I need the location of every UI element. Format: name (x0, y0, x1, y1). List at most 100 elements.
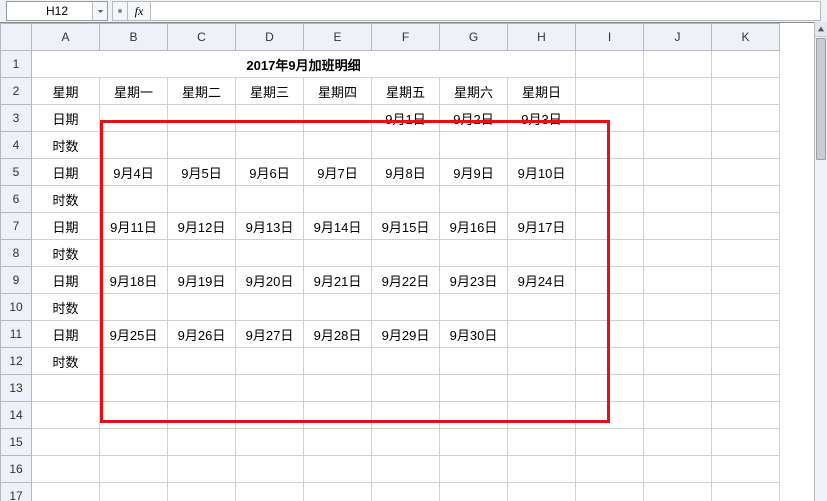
label-date[interactable]: 日期 (32, 105, 100, 132)
col-header-B[interactable]: B (100, 24, 168, 51)
label-hours[interactable]: 时数 (32, 294, 100, 321)
cell-date[interactable] (236, 105, 304, 132)
cell-weekday[interactable]: 星期三 (236, 78, 304, 105)
cell-date[interactable]: 9月17日 (508, 213, 576, 240)
cell[interactable] (440, 456, 508, 483)
row-header-4[interactable]: 4 (1, 132, 32, 159)
cell-weekday[interactable]: 星期六 (440, 78, 508, 105)
cell[interactable] (168, 132, 236, 159)
cell[interactable] (576, 429, 644, 456)
cell[interactable] (712, 375, 780, 402)
cell-date[interactable]: 9月10日 (508, 159, 576, 186)
cell[interactable] (440, 375, 508, 402)
cell-weekday[interactable]: 星期二 (168, 78, 236, 105)
cell[interactable] (372, 294, 440, 321)
row-header-15[interactable]: 15 (1, 429, 32, 456)
label-date[interactable]: 日期 (32, 321, 100, 348)
sheet-title[interactable]: 2017年9月加班明细 (32, 51, 576, 78)
cell[interactable] (712, 213, 780, 240)
cell[interactable] (304, 402, 372, 429)
cell-date[interactable]: 9月25日 (100, 321, 168, 348)
row-header-13[interactable]: 13 (1, 375, 32, 402)
cell[interactable] (372, 375, 440, 402)
cell[interactable] (168, 348, 236, 375)
cell[interactable] (236, 429, 304, 456)
cell[interactable] (644, 51, 712, 78)
cell[interactable] (644, 159, 712, 186)
cell[interactable] (100, 294, 168, 321)
cell[interactable] (712, 483, 780, 501)
scroll-thumb[interactable] (816, 38, 826, 160)
cell[interactable] (100, 456, 168, 483)
cell[interactable] (168, 456, 236, 483)
label-hours[interactable]: 时数 (32, 186, 100, 213)
cell[interactable] (440, 240, 508, 267)
cell[interactable] (712, 159, 780, 186)
scroll-up-button[interactable] (815, 22, 827, 37)
label-hours[interactable]: 时数 (32, 240, 100, 267)
cell[interactable] (644, 240, 712, 267)
cell[interactable] (576, 267, 644, 294)
cell[interactable] (372, 240, 440, 267)
cell[interactable] (440, 132, 508, 159)
cell[interactable] (508, 375, 576, 402)
cell[interactable] (508, 294, 576, 321)
cell[interactable] (100, 375, 168, 402)
cell[interactable] (712, 51, 780, 78)
row-header-14[interactable]: 14 (1, 402, 32, 429)
col-header-A[interactable]: A (32, 24, 100, 51)
cell[interactable] (304, 240, 372, 267)
cell-weekday[interactable]: 星期四 (304, 78, 372, 105)
cell[interactable] (440, 429, 508, 456)
cell[interactable] (644, 105, 712, 132)
col-header-C[interactable]: C (168, 24, 236, 51)
label-hours[interactable]: 时数 (32, 348, 100, 375)
cell-date[interactable]: 9月11日 (100, 213, 168, 240)
row-header-1[interactable]: 1 (1, 51, 32, 78)
label-weekday[interactable]: 星期 (32, 78, 100, 105)
cell[interactable] (100, 186, 168, 213)
cell-date[interactable] (304, 105, 372, 132)
cell-date[interactable]: 9月1日 (372, 105, 440, 132)
cell[interactable] (440, 348, 508, 375)
cell[interactable] (32, 429, 100, 456)
cell[interactable] (576, 78, 644, 105)
row-header-7[interactable]: 7 (1, 213, 32, 240)
cell[interactable] (32, 456, 100, 483)
cell[interactable] (508, 186, 576, 213)
cell[interactable] (100, 483, 168, 501)
cell[interactable] (576, 375, 644, 402)
row-header-5[interactable]: 5 (1, 159, 32, 186)
cell[interactable] (508, 348, 576, 375)
cell[interactable] (644, 294, 712, 321)
cell[interactable] (168, 294, 236, 321)
cell[interactable] (712, 456, 780, 483)
cell-date[interactable]: 9月16日 (440, 213, 508, 240)
cell[interactable] (576, 240, 644, 267)
cell[interactable] (304, 483, 372, 501)
col-header-I[interactable]: I (576, 24, 644, 51)
cell[interactable] (304, 348, 372, 375)
cell-date[interactable]: 9月23日 (440, 267, 508, 294)
cell[interactable] (712, 78, 780, 105)
cell-date[interactable]: 9月9日 (440, 159, 508, 186)
formula-expand-icon[interactable] (112, 1, 127, 21)
cell[interactable] (712, 267, 780, 294)
cell-date[interactable]: 9月13日 (236, 213, 304, 240)
cell[interactable] (576, 186, 644, 213)
cell-date[interactable]: 9月3日 (508, 105, 576, 132)
cell[interactable] (32, 402, 100, 429)
cell[interactable] (372, 132, 440, 159)
cell[interactable] (100, 402, 168, 429)
cell[interactable] (644, 348, 712, 375)
cell[interactable] (168, 375, 236, 402)
cell-date[interactable]: 9月22日 (372, 267, 440, 294)
cell[interactable] (712, 402, 780, 429)
row-header-11[interactable]: 11 (1, 321, 32, 348)
cell[interactable] (440, 186, 508, 213)
cell[interactable] (576, 159, 644, 186)
cell[interactable] (712, 348, 780, 375)
cell[interactable] (168, 483, 236, 501)
cell[interactable] (372, 456, 440, 483)
row-header-16[interactable]: 16 (1, 456, 32, 483)
